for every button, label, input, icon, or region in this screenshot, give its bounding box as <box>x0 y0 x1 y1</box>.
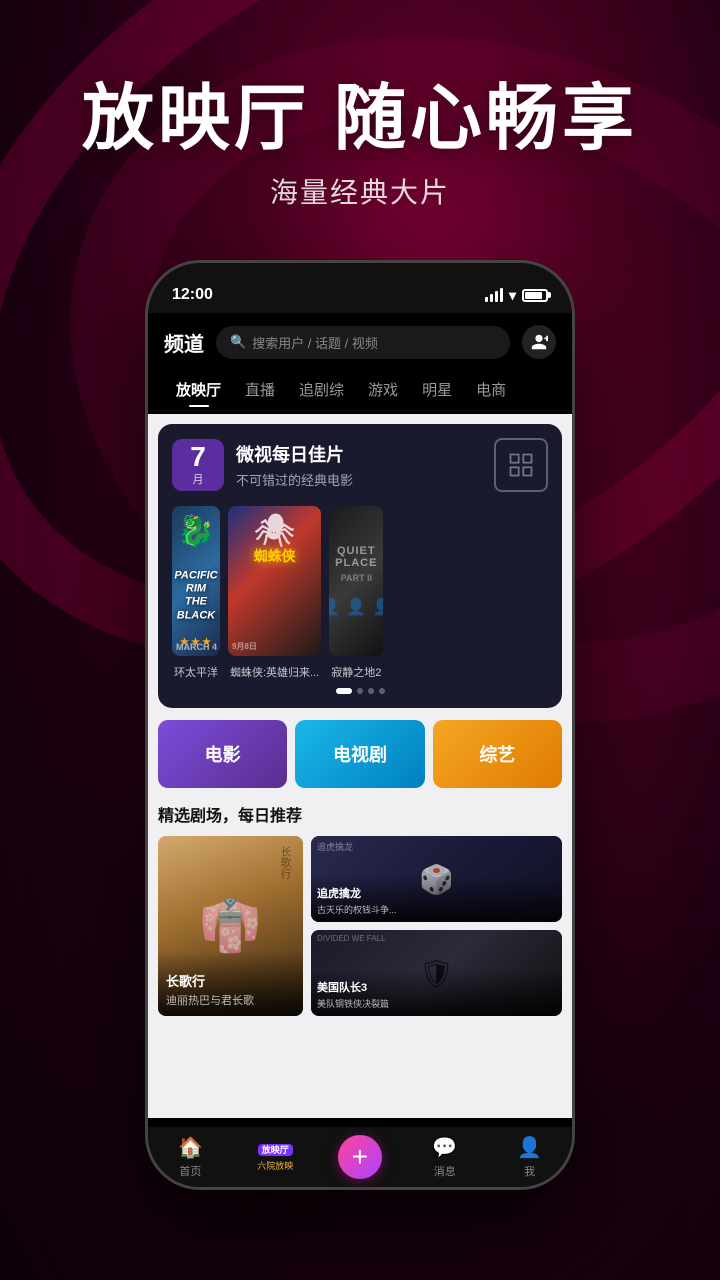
movie-item-3[interactable]: QUIET PLACE PART II 👤 👤 👤 <box>329 506 383 680</box>
phone-mockup: 12:00 ▾ 频道 🔍 搜索用户 <box>145 260 575 1190</box>
dot-4 <box>379 688 385 694</box>
search-bar[interactable]: 🔍 搜索用户 / 话题 / 视频 <box>216 326 510 359</box>
profile-icon: 👤 <box>517 1135 542 1160</box>
category-row: 电影 电视剧 综艺 <box>148 708 572 788</box>
nav-plus[interactable]: + <box>318 1135 403 1179</box>
hero-section: 放映厅 随心畅享 海量经典大片 <box>0 0 720 211</box>
banner-logo <box>494 438 548 492</box>
month-number: 7 <box>190 443 206 471</box>
movie-poster-1: 🐉 PACIFIC RIMTHE BLACK MARCH 4 ★ ★ ★ <box>172 506 220 656</box>
dragon-icon: 🐉 <box>172 514 220 549</box>
tab-fangying[interactable]: 放映厅 <box>164 375 233 404</box>
banner-header: 7 月 微视每日佳片 不可错过的经典电影 <box>172 438 548 492</box>
plus-button[interactable]: + <box>338 1135 382 1179</box>
status-time: 12:00 <box>172 286 213 304</box>
rec-name-sm-1: 追虎擒龙 <box>317 885 556 901</box>
header-logo: 频道 <box>164 328 204 357</box>
dot-1 <box>336 688 352 694</box>
dot-3 <box>368 688 374 694</box>
rec-desc-sm-1: 古天乐的权钱斗争... <box>317 903 556 916</box>
battery-icon <box>522 289 548 302</box>
home-icon: 🏠 <box>178 1135 203 1160</box>
rec-item-sm-1[interactable]: 🎲 追虎擒龙 追虎擒龙 古天乐的权钱斗争... <box>311 836 562 922</box>
fangying-badge: 放映厅 <box>258 1144 293 1156</box>
movie-poster-3: QUIET PLACE PART II 👤 👤 👤 <box>329 506 383 656</box>
category-movie[interactable]: 电影 <box>158 720 287 788</box>
month-badge: 7 月 <box>172 439 224 491</box>
app-header: 频道 🔍 搜索用户 / 话题 / 视频 <box>148 313 572 371</box>
tab-star[interactable]: 明星 <box>410 375 464 404</box>
rec-label-sm-1: 追虎擒龙 古天乐的权钱斗争... <box>311 875 562 922</box>
nav-messages[interactable]: 💬 消息 <box>402 1135 487 1179</box>
movies-row: 🐉 PACIFIC RIMTHE BLACK MARCH 4 ★ ★ ★ <box>172 506 548 680</box>
spiderman-icon: 🕷 <box>228 511 321 549</box>
rec-row: 长歌行 👘 长歌行 迪丽热巴与君长歌 <box>158 836 562 1016</box>
dot-2 <box>357 688 363 694</box>
tab-live[interactable]: 直播 <box>233 375 287 404</box>
movie-caption-2: 蜘蛛侠:英雄归来... <box>228 664 321 680</box>
movie-item-1[interactable]: 🐉 PACIFIC RIMTHE BLACK MARCH 4 ★ ★ ★ <box>172 506 220 680</box>
nav-profile[interactable]: 👤 我 <box>487 1135 572 1179</box>
add-user-icon <box>530 333 548 351</box>
month-label: 月 <box>193 471 204 487</box>
nav-messages-label: 消息 <box>434 1163 456 1179</box>
rec-name-main: 长歌行 <box>166 971 295 990</box>
hero-subtitle: 海量经典大片 <box>0 171 720 211</box>
messages-icon: 💬 <box>432 1135 457 1160</box>
search-placeholder: 搜索用户 / 话题 / 视频 <box>252 333 378 352</box>
movie-caption-1: 环太平洋 <box>172 664 220 680</box>
bottom-nav: 🏠 首页 放映厅 六院放映 + 💬 消息 👤 <box>148 1127 572 1187</box>
tab-ecommerce[interactable]: 电商 <box>464 375 518 404</box>
nav-tabs: 放映厅 直播 追剧综 游戏 明星 电商 <box>148 371 572 414</box>
phone-content: 频道 🔍 搜索用户 / 话题 / 视频 放映厅 直播 追剧综 游戏 明星 电 <box>148 313 572 1187</box>
tab-drama[interactable]: 追剧综 <box>287 375 356 404</box>
main-scroll-area[interactable]: 7 月 微视每日佳片 不可错过的经典电影 <box>148 414 572 1118</box>
tab-games[interactable]: 游戏 <box>356 375 410 404</box>
nav-home-label: 首页 <box>179 1163 201 1179</box>
signal-icon <box>485 288 503 302</box>
category-variety[interactable]: 综艺 <box>433 720 562 788</box>
add-user-button[interactable] <box>522 325 556 359</box>
nav-fangying[interactable]: 放映厅 六院放映 <box>233 1143 318 1172</box>
nav-home[interactable]: 🏠 首页 <box>148 1135 233 1179</box>
rec-desc-sm-2: 美队钢铁侠决裂篇 <box>317 997 556 1010</box>
movie-caption-3: 寂静之地2 <box>329 664 383 680</box>
status-bar: 12:00 ▾ <box>148 263 572 313</box>
rec-label-main: 长歌行 迪丽热巴与君长歌 <box>158 951 303 1016</box>
nav-fangying-label: 六院放映 <box>257 1159 293 1172</box>
banner-subtitle: 不可错过的经典电影 <box>236 470 353 489</box>
rec-section: 精选剧场，每日推荐 长歌行 👘 <box>148 788 572 1024</box>
rec-name-sm-2: 美国队长3 <box>317 979 556 995</box>
banner-card: 7 月 微视每日佳片 不可错过的经典电影 <box>158 424 562 708</box>
rec-title: 精选剧场，每日推荐 <box>158 802 562 826</box>
rec-item-main[interactable]: 长歌行 👘 长歌行 迪丽热巴与君长歌 <box>158 836 303 1016</box>
rec-items-stack: 🎲 追虎擒龙 追虎擒龙 古天乐的权钱斗争... <box>311 836 562 1016</box>
movie-poster-2: 🕷 蜘蛛侠 9月8日 <box>228 506 321 656</box>
category-tv[interactable]: 电视剧 <box>295 720 424 788</box>
rec-label-sm-2: 美国队长3 美队钢铁侠决裂篇 <box>311 969 562 1016</box>
hero-title: 放映厅 随心畅享 <box>0 80 720 159</box>
wifi-icon: ▾ <box>509 287 516 304</box>
status-icons: ▾ <box>485 287 548 304</box>
banner-title-area: 微视每日佳片 不可错过的经典电影 <box>236 441 353 489</box>
banner-title: 微视每日佳片 <box>236 441 353 467</box>
movie-item-2[interactable]: 🕷 蜘蛛侠 9月8日 蜘蛛侠:英雄归来... <box>228 506 321 680</box>
poster-text-1: PACIFIC RIMTHE BLACK <box>174 570 217 623</box>
phone-frame: 12:00 ▾ 频道 🔍 搜索用户 <box>145 260 575 1190</box>
nav-profile-label: 我 <box>524 1163 535 1179</box>
search-icon: 🔍 <box>230 334 246 350</box>
rec-item-sm-2[interactable]: 🛡 DIVIDED WE FALL 美国队长3 美队钢铁侠决裂篇 <box>311 930 562 1016</box>
rec-desc-main: 迪丽热巴与君长歌 <box>166 992 295 1008</box>
carousel-dots <box>172 688 548 694</box>
